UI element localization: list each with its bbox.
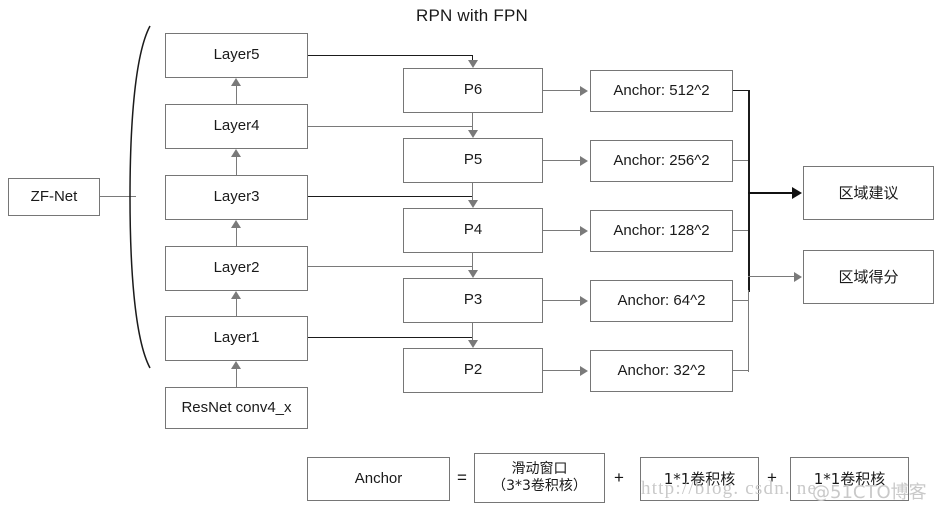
layer-box-layer5[interactable]: Layer5	[165, 33, 308, 78]
anchor-bus-vertical-upper	[748, 90, 751, 292]
layer-box-layer1[interactable]: Layer1	[165, 316, 308, 361]
p6-to-anchor512-line	[543, 90, 581, 92]
backbone-arrow-line-layer3-to-layer4	[235, 157, 237, 175]
lateral-arrowhead-p6	[468, 60, 478, 68]
anchor-box-64[interactable]: Anchor: 64^2	[590, 280, 733, 322]
p6-to-anchor512-arrowhead	[580, 86, 588, 96]
p2-to-anchor32-line	[543, 370, 581, 372]
lateral-line-layer4-horizontal	[308, 126, 473, 128]
p2-to-anchor32-arrowhead	[580, 366, 588, 376]
anchor-bus-vertical-lower	[748, 290, 750, 372]
anchor-box-32[interactable]: Anchor: 32^2	[590, 350, 733, 392]
topdown-arrowhead-p2	[468, 340, 478, 348]
pyramid-box-p2[interactable]: P2	[403, 348, 543, 393]
topdown-arrowhead-p3	[468, 270, 478, 278]
anchor256-bus-stub	[733, 160, 749, 162]
lateral-line-layer1-horizontal	[308, 337, 473, 339]
resnet-conv4x-box[interactable]: ResNet conv4_x	[165, 387, 308, 429]
backbone-arrowhead-layer5	[231, 78, 241, 86]
sliding-window-line-1: 滑动窗口	[511, 460, 568, 477]
formula-equals-sign: =	[457, 468, 467, 487]
bus-to-region-proposal-arrowhead	[792, 187, 802, 199]
anchor-box-128[interactable]: Anchor: 128^2	[590, 210, 733, 252]
sliding-window-line-2: （3*3卷积核）	[492, 478, 587, 494]
topdown-arrowhead-p5	[468, 130, 478, 138]
watermark-tag: @51CTO博客	[812, 482, 927, 503]
topdown-arrowhead-p4	[468, 200, 478, 208]
anchor64-bus-stub	[733, 300, 749, 302]
topdown-line-p5-to-p4	[472, 183, 474, 200]
topdown-line-p3-to-p2	[472, 323, 474, 340]
bus-to-region-score-line	[748, 276, 798, 278]
pyramid-box-p4[interactable]: P4	[403, 208, 543, 253]
pyramid-box-p6[interactable]: P6	[403, 68, 543, 113]
watermark-url: http://blog. csdn. ne	[641, 478, 818, 499]
backbone-arrow-line-resnet-to-layer1	[235, 369, 237, 387]
backbone-arrow-line-layer4-to-layer5	[235, 86, 237, 104]
backbone-arrowhead-layer4	[231, 149, 241, 157]
topdown-line-p4-to-p3	[472, 253, 474, 270]
zfnet-box[interactable]: ZF-Net	[8, 178, 100, 216]
backbone-arrowhead-layer2	[231, 291, 241, 299]
output-box-region-score[interactable]: 区域得分	[803, 250, 934, 304]
backbone-arrowhead-layer3	[231, 220, 241, 228]
p3-to-anchor64-arrowhead	[580, 296, 588, 306]
anchor-box-512[interactable]: Anchor: 512^2	[590, 70, 733, 112]
anchor512-bus-stub	[733, 90, 749, 92]
backbone-grouping-brace	[129, 25, 151, 369]
lateral-line-layer5-horizontal	[308, 55, 473, 57]
bus-to-region-proposal-line	[748, 192, 796, 195]
layer-box-layer4[interactable]: Layer4	[165, 104, 308, 149]
output-box-region-proposal[interactable]: 区域建议	[803, 166, 934, 220]
formula-plus-sign-1: +	[614, 468, 624, 487]
p5-to-anchor256-line	[543, 160, 581, 162]
anchor32-bus-stub	[733, 370, 749, 372]
p4-to-anchor128-line	[543, 230, 581, 232]
diagram-canvas: RPN with FPN ZF-Net Layer5 Layer4 Layer3…	[0, 0, 944, 508]
backbone-arrowhead-layer1	[231, 361, 241, 369]
pyramid-box-p5[interactable]: P5	[403, 138, 543, 183]
pyramid-box-p3[interactable]: P3	[403, 278, 543, 323]
p3-to-anchor64-line	[543, 300, 581, 302]
anchor128-bus-stub	[733, 230, 749, 232]
lateral-line-layer3-horizontal	[308, 196, 473, 198]
p5-to-anchor256-arrowhead	[580, 156, 588, 166]
anchor-box-256[interactable]: Anchor: 256^2	[590, 140, 733, 182]
p4-to-anchor128-arrowhead	[580, 226, 588, 236]
formula-anchor-box[interactable]: Anchor	[307, 457, 450, 501]
topdown-line-p6-to-p5	[472, 113, 474, 130]
backbone-arrow-line-layer2-to-layer3	[235, 228, 237, 246]
layer-box-layer2[interactable]: Layer2	[165, 246, 308, 291]
backbone-arrow-line-layer1-to-layer2	[235, 299, 237, 316]
layer-box-layer3[interactable]: Layer3	[165, 175, 308, 220]
formula-sliding-window-box[interactable]: 滑动窗口 （3*3卷积核）	[474, 453, 605, 503]
lateral-line-layer2-horizontal	[308, 266, 473, 268]
bus-to-region-score-arrowhead	[794, 272, 802, 282]
